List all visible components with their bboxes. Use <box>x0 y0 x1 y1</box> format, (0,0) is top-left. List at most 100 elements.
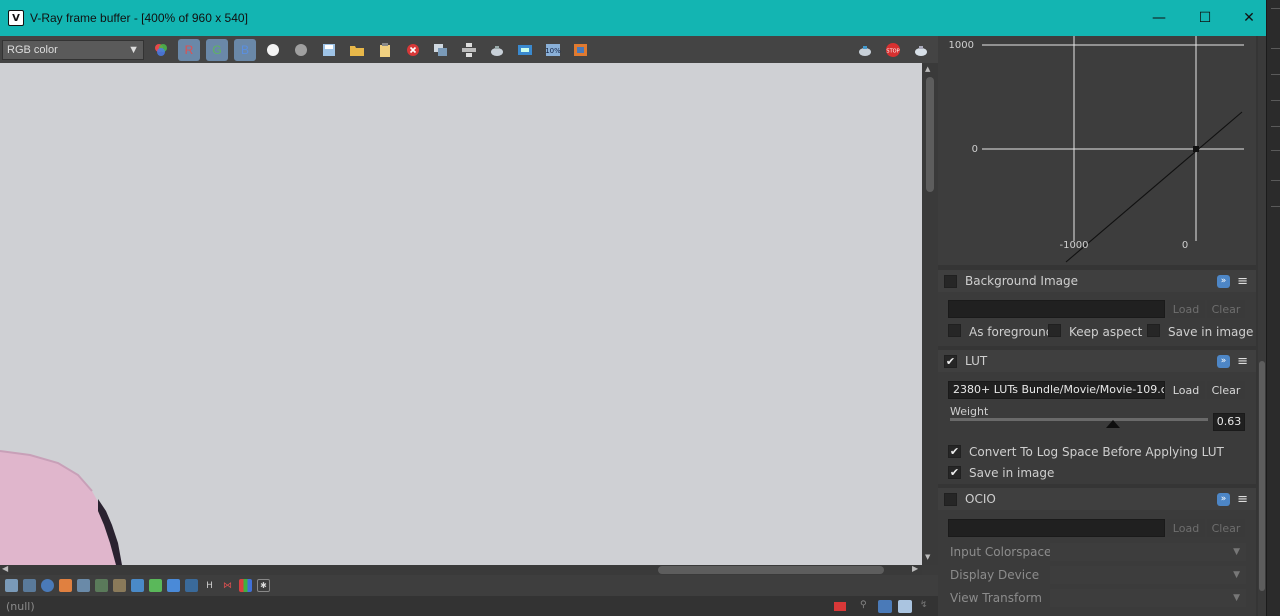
input-colorspace-label: Input Colorspace <box>950 545 1052 559</box>
collapse-icon[interactable]: » <box>1217 492 1230 506</box>
interactive-render-icon[interactable] <box>854 39 876 61</box>
history-icon[interactable] <box>5 579 18 592</box>
keep-aspect-checkbox[interactable] <box>1048 324 1061 337</box>
background-image-clear-button[interactable]: Clear <box>1207 300 1245 318</box>
ocio-enable-checkbox[interactable] <box>944 492 957 506</box>
channel-select[interactable]: RGB color ▼ <box>2 39 144 60</box>
lut-path-field[interactable]: 2380+ LUTs Bundle/Movie/Movie-109.cube <box>948 381 1165 399</box>
panel-scrollbar[interactable] <box>1258 36 1266 616</box>
rgb-curves-icon[interactable] <box>239 579 252 592</box>
lut-title: LUT <box>965 354 988 368</box>
gray-circle-icon[interactable] <box>290 39 312 61</box>
chevron-down-icon: ▼ <box>1233 593 1240 603</box>
levels-icon[interactable] <box>149 579 162 592</box>
ocio-header[interactable]: OCIO » ≡ <box>938 488 1256 510</box>
lut-save-in-image-label: Save in image <box>969 466 1055 480</box>
right-settings-panel: 1000 0 -1000 0 Background Image » ≡ Load… <box>938 36 1266 616</box>
clipboard-icon[interactable] <box>374 39 396 61</box>
horizontal-scroll-thumb[interactable] <box>658 566 884 574</box>
lock-icon[interactable]: ⚲ <box>860 600 872 612</box>
green-channel-button[interactable]: G <box>206 38 228 61</box>
weight-value-field[interactable]: 0.63 <box>1213 413 1245 431</box>
convert-log-checkbox[interactable]: ✔ <box>948 445 961 458</box>
vertical-scrollbar[interactable]: ▲ ▼ <box>922 63 938 565</box>
white-circle-icon[interactable] <box>262 39 284 61</box>
chevron-down-icon: ▼ <box>128 43 139 56</box>
settings-icon[interactable]: ✱ <box>257 579 270 592</box>
exposure-icon[interactable] <box>77 579 90 592</box>
weight-slider-track[interactable] <box>950 418 1208 428</box>
view-transform-dropdown[interactable]: ▼ <box>1050 589 1246 607</box>
maximize-button[interactable]: ☐ <box>1182 0 1228 36</box>
blue-channel-button[interactable]: B <box>234 38 256 61</box>
region-render-icon[interactable] <box>458 39 480 61</box>
lut-save-in-image-checkbox[interactable]: ✔ <box>948 466 961 479</box>
lut-load-button[interactable]: Load <box>1167 381 1205 399</box>
ocio-load-button[interactable]: Load <box>1167 519 1205 537</box>
as-foreground-checkbox[interactable] <box>948 324 961 337</box>
bg-save-in-image-checkbox[interactable] <box>1147 324 1160 337</box>
display-device-dropdown[interactable]: ▼ <box>1050 566 1246 584</box>
layers-icon[interactable] <box>23 579 36 592</box>
horizontal-scrollbar[interactable]: ◀ ▶ <box>0 564 922 575</box>
background-image-load-button[interactable]: Load <box>1167 300 1205 318</box>
rendered-image <box>0 450 122 565</box>
record-indicator-icon <box>834 601 846 611</box>
curve-plot[interactable]: 1000 0 -1000 0 <box>938 36 1256 265</box>
color-correction-icon[interactable] <box>59 579 72 592</box>
render-teapot-icon[interactable] <box>486 39 508 61</box>
lut-clear-button[interactable]: Clear <box>1207 381 1245 399</box>
status-bar: (null) ⚲ ↯ <box>0 596 938 616</box>
curve-control-point[interactable] <box>1193 146 1199 152</box>
curve-editor[interactable]: 1000 0 -1000 0 <box>938 36 1256 265</box>
compare-icon[interactable] <box>514 39 536 61</box>
menu-icon[interactable]: ≡ <box>1237 354 1248 369</box>
toolbar: RGB color ▼ R G B 10% STOP <box>0 36 938 63</box>
scroll-down-arrow-icon[interactable]: ▼ <box>925 553 930 561</box>
curve-tool-icon[interactable] <box>167 579 180 592</box>
as-foreground-label: As foreground <box>969 325 1054 339</box>
ocio-clear-button[interactable]: Clear <box>1207 519 1245 537</box>
background-image-checkbox[interactable] <box>944 274 957 288</box>
stop-render-icon[interactable]: STOP <box>882 39 904 61</box>
scroll-up-arrow-icon[interactable]: ▲ <box>925 65 930 73</box>
input-colorspace-dropdown[interactable]: ▼ <box>1050 543 1246 561</box>
render-icon[interactable] <box>910 39 932 61</box>
red-channel-button[interactable]: R <box>178 38 200 61</box>
background-image-header[interactable]: Background Image » ≡ <box>938 270 1256 292</box>
scroll-right-arrow-icon[interactable]: ▶ <box>912 564 918 573</box>
pixel-aspect-icon[interactable]: ⋈ <box>221 579 234 592</box>
duplicate-icon[interactable] <box>430 39 452 61</box>
lut-enable-checkbox[interactable]: ✔ <box>944 354 957 368</box>
color-balance-icon[interactable] <box>131 579 144 592</box>
channel-value: RGB color <box>7 43 58 56</box>
open-folder-icon[interactable] <box>346 39 368 61</box>
render-viewport[interactable] <box>0 63 922 565</box>
weight-slider-handle[interactable] <box>1105 420 1120 428</box>
collapse-icon[interactable]: » <box>1217 354 1230 368</box>
curves-icon[interactable] <box>113 579 126 592</box>
menu-icon[interactable]: ≡ <box>1237 274 1248 289</box>
vertical-scroll-thumb[interactable] <box>926 77 934 192</box>
color-channels-icon[interactable] <box>150 39 172 61</box>
chevron-down-icon: ▼ <box>1233 570 1240 580</box>
fullscreen-icon[interactable] <box>898 599 912 613</box>
minimize-button[interactable]: — <box>1136 0 1182 36</box>
lens-effects-icon[interactable] <box>570 39 592 61</box>
lut-header[interactable]: ✔ LUT » ≡ <box>938 350 1256 372</box>
scroll-left-arrow-icon[interactable]: ◀ <box>2 564 8 573</box>
clear-image-icon[interactable] <box>402 39 424 61</box>
h-label[interactable]: H <box>203 579 216 592</box>
lut-tool-icon[interactable] <box>185 579 198 592</box>
background-image-path-field[interactable] <box>948 300 1165 318</box>
save-icon[interactable] <box>318 39 340 61</box>
panel-scroll-thumb[interactable] <box>1259 361 1265 591</box>
collapse-icon[interactable]: » <box>1217 274 1230 288</box>
info-icon[interactable] <box>41 579 54 592</box>
zoom-percent-icon[interactable]: 10% <box>542 39 564 61</box>
panel-toggle-icon[interactable] <box>878 599 892 613</box>
histogram-icon[interactable] <box>95 579 108 592</box>
ocio-path-field[interactable] <box>948 519 1165 537</box>
menu-icon[interactable]: ≡ <box>1237 492 1248 507</box>
pin-icon[interactable]: ↯ <box>920 600 932 612</box>
